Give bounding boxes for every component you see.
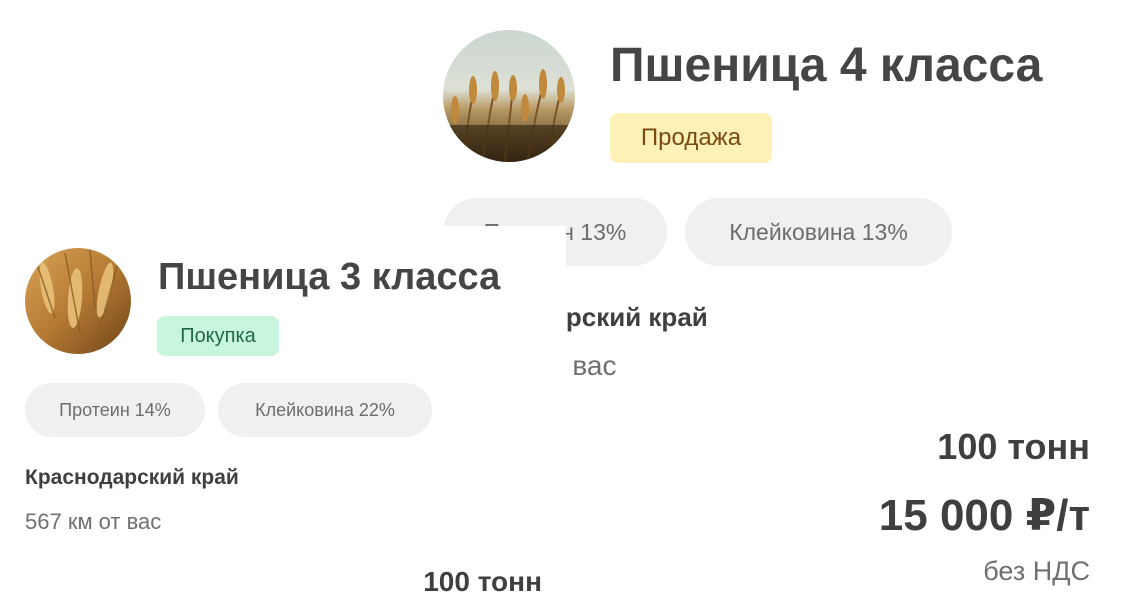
sale-badge: Продажа xyxy=(610,113,772,163)
vat-label: без НДС xyxy=(983,556,1090,586)
gluten-chip: Клейковина 13% xyxy=(685,198,952,266)
listing-card-wheat-3[interactable]: Пшеница 3 класса Покупка Протеин 14% Кле… xyxy=(0,226,566,602)
volume-label: 100 тонн xyxy=(423,566,542,597)
listing-title: Пшеница 3 класса xyxy=(158,256,501,298)
region-label: Краснодарский край xyxy=(25,466,239,489)
wheat-ears-image xyxy=(25,248,131,354)
distance-label: 567 км от вас xyxy=(25,509,162,534)
wheat-field-image xyxy=(443,30,575,162)
price-label: 15 000 ₽/т xyxy=(878,491,1090,540)
volume-label: 100 тонн xyxy=(937,426,1090,467)
gluten-chip: Клейковина 22% xyxy=(218,383,432,437)
buy-badge: Покупка xyxy=(157,316,279,356)
protein-chip: Протеин 14% xyxy=(25,383,205,437)
listing-title: Пшеница 4 класса xyxy=(610,39,1043,92)
